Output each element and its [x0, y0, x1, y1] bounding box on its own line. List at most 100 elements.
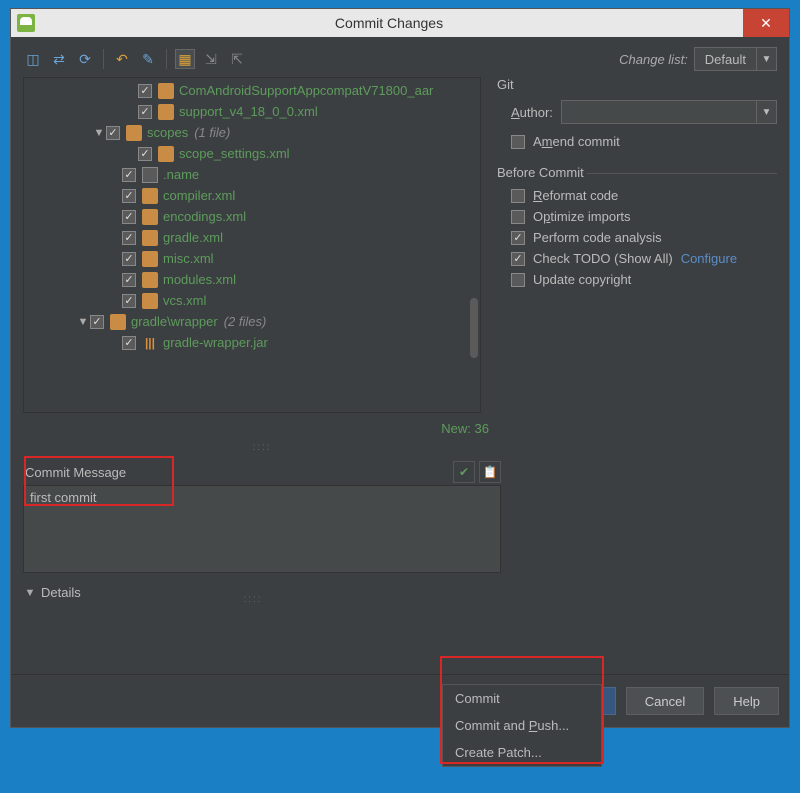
analysis-label: Perform code analysis — [533, 230, 662, 245]
author-input[interactable]: ▼ — [561, 100, 777, 124]
chevron-down-icon[interactable]: ▼ — [756, 48, 776, 70]
history-icon[interactable]: 📋 — [479, 461, 501, 483]
commit-dialog: Commit Changes ✕ ◫ ⇄ ⟳ ↶ ✎ ▦ ⇲ ⇱ Change … — [10, 8, 790, 728]
xml-icon — [142, 209, 158, 225]
move-icon[interactable]: ⇄ — [49, 49, 69, 69]
tree-row[interactable]: misc.xml — [24, 248, 480, 269]
tree-row[interactable]: compiler.xml — [24, 185, 480, 206]
refresh-icon[interactable]: ⟳ — [75, 49, 95, 69]
optimize-checkbox[interactable] — [511, 210, 525, 224]
tree-row[interactable]: |||gradle-wrapper.jar — [24, 332, 480, 353]
expand-arrow[interactable]: ▼ — [92, 127, 106, 139]
diff-icon[interactable]: ◫ — [23, 49, 43, 69]
todo-checkbox[interactable] — [511, 252, 525, 266]
file-icon — [158, 146, 174, 162]
button-bar: Commit ▼ Cancel Help — [11, 674, 789, 727]
file-name: scope_settings.xml — [179, 146, 290, 161]
file-name: gradle.xml — [163, 230, 223, 245]
expand-arrow[interactable]: ▼ — [76, 316, 90, 328]
toolbar: ◫ ⇄ ⟳ ↶ ✎ ▦ ⇲ ⇱ Change list: Default ▼ — [23, 47, 777, 71]
file-count: (2 files) — [224, 314, 267, 329]
scrollbar[interactable] — [470, 298, 478, 358]
copyright-label: Update copyright — [533, 272, 631, 287]
file-name: compiler.xml — [163, 188, 235, 203]
tree-row[interactable]: ▼ gradle\wrapper (2 files) — [24, 311, 480, 332]
close-button[interactable]: ✕ — [743, 9, 789, 37]
tree-row[interactable]: ▼scopes(1 file) — [24, 122, 480, 143]
chevron-down-icon[interactable]: ▼ — [756, 101, 776, 123]
app-icon — [17, 14, 35, 32]
tree-row[interactable]: modules.xml — [24, 269, 480, 290]
file-icon — [158, 83, 174, 99]
menu-commit-push[interactable]: Commit and Push... — [443, 712, 601, 739]
rollback-icon[interactable]: ↶ — [112, 49, 132, 69]
before-commit-title: Before Commit — [497, 165, 777, 180]
amend-label: Amend commit — [533, 134, 620, 149]
file-name: support_v4_18_0_0.xml — [179, 104, 318, 119]
reformat-checkbox[interactable] — [511, 189, 525, 203]
doc-icon — [142, 167, 158, 183]
collapse-icon[interactable]: ⇱ — [227, 49, 247, 69]
tree-row[interactable]: .name — [24, 164, 480, 185]
tree-row[interactable]: gradle.xml — [24, 227, 480, 248]
spellcheck-icon[interactable]: ✔ — [453, 461, 475, 483]
git-section-title: Git — [497, 77, 777, 92]
file-checkbox[interactable] — [138, 84, 152, 98]
file-checkbox[interactable] — [122, 252, 136, 266]
file-name: misc.xml — [163, 251, 214, 266]
changelist-label: Change list: — [619, 52, 688, 67]
todo-label: Check TODO (Show All) — [533, 251, 673, 266]
changelist-combo[interactable]: Default ▼ — [694, 47, 777, 71]
file-checkbox[interactable] — [90, 315, 104, 329]
commit-message-input[interactable] — [23, 485, 501, 573]
analysis-checkbox[interactable] — [511, 231, 525, 245]
titlebar[interactable]: Commit Changes ✕ — [11, 9, 789, 37]
tree-row[interactable]: scope_settings.xml — [24, 143, 480, 164]
xml-icon — [142, 272, 158, 288]
commit-message-label: Commit Message — [23, 463, 132, 482]
file-name: ComAndroidSupportAppcompatV71800_aar — [179, 83, 433, 98]
edit-icon[interactable]: ✎ — [138, 49, 158, 69]
tree-row[interactable]: vcs.xml — [24, 290, 480, 311]
file-name: modules.xml — [163, 272, 236, 287]
details-toggle[interactable]: ▼ Details — [23, 579, 777, 606]
file-checkbox[interactable] — [122, 231, 136, 245]
file-icon — [158, 104, 174, 120]
tree-row[interactable]: encodings.xml — [24, 206, 480, 227]
file-checkbox[interactable] — [122, 210, 136, 224]
file-name: gradle\wrapper — [131, 314, 218, 329]
help-button[interactable]: Help — [714, 687, 779, 715]
expand-icon[interactable]: ⇲ — [201, 49, 221, 69]
group-icon[interactable]: ▦ — [175, 49, 195, 69]
file-checkbox[interactable] — [122, 294, 136, 308]
folder-icon — [126, 125, 142, 141]
menu-commit[interactable]: Commit — [443, 685, 601, 712]
file-name: vcs.xml — [163, 293, 206, 308]
xml-icon — [142, 293, 158, 309]
configure-link[interactable]: Configure — [681, 251, 737, 266]
file-checkbox[interactable] — [138, 147, 152, 161]
cancel-button[interactable]: Cancel — [626, 687, 704, 715]
xml-icon — [142, 251, 158, 267]
tree-row[interactable]: support_v4_18_0_0.xml — [24, 101, 480, 122]
menu-create-patch[interactable]: Create Patch... — [443, 739, 601, 766]
xml-icon — [142, 188, 158, 204]
file-checkbox[interactable] — [122, 336, 136, 350]
copyright-checkbox[interactable] — [511, 273, 525, 287]
tree-row[interactable]: ComAndroidSupportAppcompatV71800_aar — [24, 80, 480, 101]
file-checkbox[interactable] — [138, 105, 152, 119]
file-checkbox[interactable] — [106, 126, 120, 140]
file-tree[interactable]: ComAndroidSupportAppcompatV71800_aarsupp… — [23, 77, 481, 413]
file-checkbox[interactable] — [122, 189, 136, 203]
folder-icon — [110, 314, 126, 330]
author-label: Author: — [511, 105, 553, 120]
new-count: New: 36 — [441, 421, 489, 436]
drag-handle[interactable]: :::: — [23, 442, 501, 453]
drag-handle-2[interactable]: :::: — [223, 594, 283, 605]
file-checkbox[interactable] — [122, 273, 136, 287]
amend-checkbox[interactable] — [511, 135, 525, 149]
commit-dropdown-menu: Commit Commit and Push... Create Patch..… — [442, 684, 602, 767]
file-name: gradle-wrapper.jar — [163, 335, 268, 350]
file-checkbox[interactable] — [122, 168, 136, 182]
file-name: encodings.xml — [163, 209, 246, 224]
